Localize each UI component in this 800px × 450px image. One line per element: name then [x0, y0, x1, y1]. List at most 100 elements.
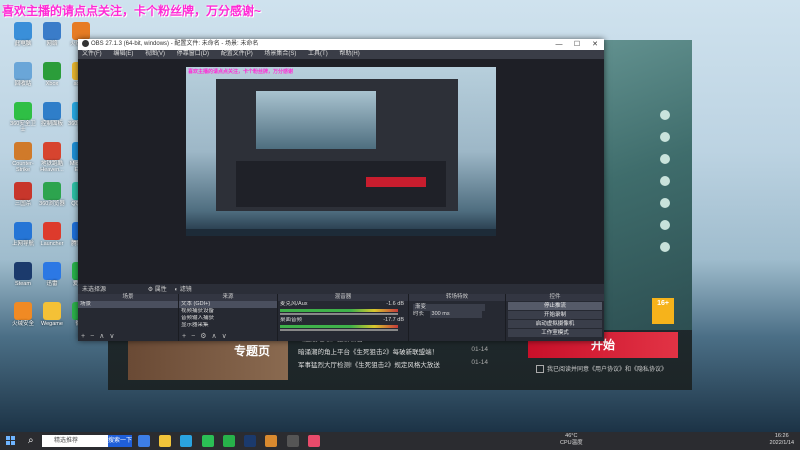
desktop-icon-label: 火绒安全: [11, 321, 34, 327]
steam-icon[interactable]: [244, 435, 257, 447]
stop-streaming-button[interactable]: 停止推流: [508, 302, 602, 310]
message-icon[interactable]: [660, 154, 670, 164]
desktop-icon-label: Launcher: [40, 241, 64, 247]
bell-icon[interactable]: [660, 132, 670, 142]
checkbox-icon[interactable]: [536, 365, 544, 374]
close-button[interactable]: ✕: [586, 39, 604, 50]
desktop-icon[interactable]: 360安全卫士: [8, 102, 38, 133]
monitor-icon[interactable]: [660, 198, 670, 208]
menu-view[interactable]: 视图(V): [145, 51, 165, 57]
transition-select[interactable]: 渐变: [413, 304, 485, 311]
filter-icon[interactable]: ◐: [174, 287, 178, 293]
app-icon: [43, 182, 61, 200]
app-icon[interactable]: [307, 435, 320, 447]
edge-icon[interactable]: [180, 435, 193, 447]
task-view-icon[interactable]: [138, 435, 150, 447]
move-up-button[interactable]: ∧: [99, 333, 104, 340]
move-down-button[interactable]: ∨: [109, 333, 114, 340]
menu-tools[interactable]: 工具(T): [308, 51, 328, 57]
nested-taskbar: [186, 229, 496, 236]
minimize-button[interactable]: —: [550, 39, 568, 50]
home-icon[interactable]: [660, 110, 670, 120]
remove-scene-button[interactable]: −: [90, 333, 94, 340]
wechat-icon[interactable]: [660, 176, 670, 186]
duration-input[interactable]: 300 ms: [429, 311, 482, 318]
add-source-button[interactable]: +: [182, 333, 186, 340]
weibo-icon[interactable]: [660, 220, 670, 230]
desktop-icon-label: 控制面板: [40, 121, 63, 127]
desktop-icon[interactable]: Xbox: [37, 62, 67, 87]
desktop-icon-label: Steam: [15, 281, 31, 287]
studio-mode-button[interactable]: 工作室模式: [508, 329, 602, 337]
source-settings-icon[interactable]: ⚙: [200, 333, 206, 340]
remove-source-button[interactable]: −: [191, 333, 195, 340]
settings-icon[interactable]: [660, 242, 670, 252]
volume-slider[interactable]: [280, 313, 398, 315]
obs-titlebar[interactable]: OBS 27.1.3 (64-bit, windows) - 配置文件: 未命名…: [78, 39, 604, 50]
desktop-icon[interactable]: Wegame: [37, 302, 67, 327]
scenes-footer: + − ∧ ∨: [78, 333, 178, 341]
desktop-icon[interactable]: Steam: [8, 262, 38, 287]
desktop-icon[interactable]: 火绒安全: [8, 302, 38, 327]
taskbar-search-button[interactable]: 搜索一下: [108, 435, 132, 447]
app-icon: [43, 102, 61, 120]
menu-help[interactable]: 帮助(H): [339, 51, 359, 57]
windows-start-icon[interactable]: [6, 436, 16, 446]
start-recording-button[interactable]: 开始录制: [508, 311, 602, 319]
desktop-icon[interactable]: 控制面板: [37, 102, 67, 127]
window-title: OBS 27.1.3 (64-bit, windows) - 配置文件: 未命名…: [91, 41, 259, 47]
360-icon[interactable]: [201, 435, 214, 447]
no-source-label: 未选择源: [82, 287, 107, 293]
preview-area[interactable]: 喜欢主播的请点点关注，卡个粉丝牌，万分感谢: [78, 59, 604, 284]
nested-start-button: [366, 177, 426, 187]
desktop-icon[interactable]: 三国杀: [8, 182, 38, 207]
desktop-icon[interactable]: 此电脑: [8, 22, 38, 47]
scenes-title: 场景: [78, 294, 178, 301]
move-up-button[interactable]: ∧: [211, 333, 216, 340]
app-icon: [43, 22, 61, 40]
taskbar-search-input[interactable]: 精选推荐: [42, 435, 108, 447]
news-item[interactable]: 暗涌潮的角上平台《生死狙击2》每破新联盟端！ 01-14: [298, 346, 488, 359]
agreement-checkbox-row[interactable]: 我已阅读并同意《用户协议》和《隐私协议》: [536, 364, 667, 374]
filters-button[interactable]: 滤镜: [180, 287, 192, 293]
gear-icon[interactable]: ⚙: [148, 287, 153, 293]
properties-button[interactable]: 属性: [155, 287, 167, 293]
maximize-button[interactable]: ☐: [568, 39, 586, 50]
desktop-icon[interactable]: Launcher: [37, 222, 67, 247]
desktop-icon[interactable]: 地铁跑酷 Heaven...: [37, 142, 67, 173]
source-item[interactable]: 音频输入捕获: [179, 315, 277, 322]
desktop-icon[interactable]: 迅雷: [37, 262, 67, 287]
menu-profile[interactable]: 配置文件(P): [221, 51, 253, 57]
menu-scene-collection[interactable]: 场景集合(S): [264, 51, 296, 57]
move-down-button[interactable]: ∨: [222, 333, 227, 340]
news-item[interactable]: 军事猛烈大厅检测!《生死狙击2》规定风格大放送 01-14: [298, 359, 488, 372]
desktop-icon[interactable]: Counter-Strike: [8, 142, 38, 173]
cpu-temp-widget: 46°C CPU温度: [560, 433, 583, 446]
source-item[interactable]: 文本 (GDI+): [179, 301, 277, 308]
desktop-icon[interactable]: 360浏览器: [37, 182, 67, 207]
desktop-icon[interactable]: 回收站: [8, 62, 38, 87]
desktop: 喜欢主播的请点点关注，卡个粉丝牌，万分感谢~ 16+ 专题页 《超级地球》更新公…: [0, 0, 800, 432]
file-explorer-icon[interactable]: [159, 435, 172, 447]
source-item[interactable]: 显示器采集: [179, 322, 277, 329]
desktop-icon[interactable]: 网络: [37, 22, 67, 47]
scene-item[interactable]: 场景: [78, 301, 178, 308]
transitions-dock: 转场特效 渐变 时长 300 ms: [409, 294, 506, 341]
menu-edit[interactable]: 编辑(E): [113, 51, 133, 57]
game-icon[interactable]: [265, 435, 278, 447]
menu-docks[interactable]: 停靠窗口(D): [177, 51, 209, 57]
virtual-camera-button[interactable]: 启动虚拟摄像机: [508, 320, 602, 328]
menu-file[interactable]: 文件(F): [82, 51, 102, 57]
app-icon: [43, 222, 61, 240]
obs-window[interactable]: OBS 27.1.3 (64-bit, windows) - 配置文件: 未命名…: [78, 39, 604, 341]
sources-title: 来源: [179, 294, 277, 301]
wechat-icon[interactable]: [222, 435, 235, 447]
volume-slider[interactable]: [280, 329, 398, 331]
nested-obs-preview: [216, 79, 458, 211]
search-icon[interactable]: ⌕: [28, 435, 34, 446]
source-item[interactable]: 视频捕获设备: [179, 308, 277, 315]
desktop-icon[interactable]: 上网导航: [8, 222, 38, 247]
clock[interactable]: 16:26 2022/1/14: [770, 433, 794, 447]
obs-icon[interactable]: [286, 435, 299, 447]
add-scene-button[interactable]: +: [81, 333, 85, 340]
